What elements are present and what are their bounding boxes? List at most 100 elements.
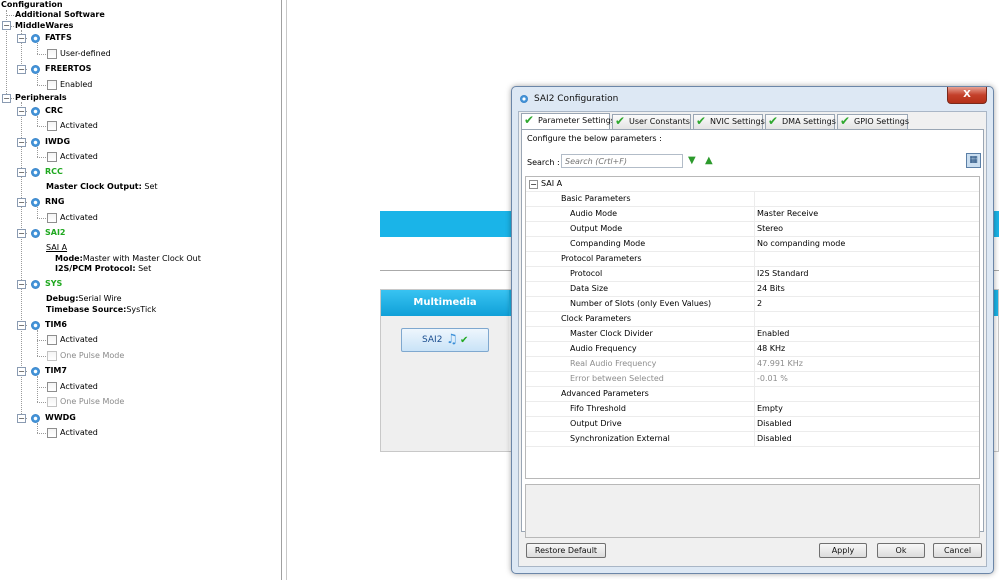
rcc-master-clock-output: Master Clock Output: Set — [46, 181, 158, 193]
tree-item-tim7[interactable]: TIM7 — [45, 365, 67, 377]
param-value[interactable]: Disabled — [757, 417, 792, 431]
freertos-enabled-checkbox[interactable] — [47, 80, 57, 90]
tim6-one-pulse-mode-checkbox[interactable] — [47, 351, 57, 361]
param-name: Advanced Parameters — [561, 389, 649, 398]
collapse-icon[interactable]: − — [17, 321, 26, 330]
multimedia-header: Multimedia — [381, 290, 509, 316]
table-row[interactable]: Companding Mode No companding mode — [526, 237, 979, 252]
param-name: Audio Mode — [570, 209, 618, 218]
table-row[interactable]: Data Size 24 Bits — [526, 282, 979, 297]
param-value[interactable]: Master Receive — [757, 207, 818, 221]
collapse-icon[interactable]: − — [17, 198, 26, 207]
table-row[interactable]: Clock Parameters — [526, 312, 979, 327]
table-row[interactable]: Protocol I2S Standard — [526, 267, 979, 282]
tree-item-tim6[interactable]: TIM6 — [45, 319, 67, 331]
property-value: Master with Master Clock Out — [82, 254, 201, 263]
table-row[interactable]: Number of Slots (only Even Values) 2 — [526, 297, 979, 312]
arrow-up-icon[interactable]: ▲ — [705, 155, 713, 167]
tab-nvic-settings[interactable]: ✔ NVIC Settings — [693, 114, 765, 129]
table-row[interactable]: Audio Frequency 48 KHz — [526, 342, 979, 357]
arrow-down-icon[interactable]: ▼ — [688, 155, 696, 167]
collapse-icon[interactable]: − — [17, 34, 26, 43]
crc-activated-checkbox[interactable] — [47, 121, 57, 131]
property-value: Set — [138, 264, 152, 273]
configuration-tree[interactable]: Configuration Additional Software − Midd… — [0, 0, 282, 580]
collapse-icon[interactable]: − — [17, 168, 26, 177]
param-value[interactable]: Enabled — [757, 327, 789, 341]
param-value[interactable]: 24 Bits — [757, 282, 785, 296]
table-row[interactable]: Output Drive Disabled — [526, 417, 979, 432]
parameter-table: − SAI A Basic Parameters Audio Mode Maste… — [525, 176, 980, 479]
tree-item-peripherals[interactable]: Peripherals — [15, 92, 67, 104]
tree-item-one-pulse-mode: One Pulse Mode — [60, 351, 125, 360]
collapse-icon[interactable]: − — [17, 65, 26, 74]
ok-button[interactable]: Ok — [877, 543, 925, 558]
grid-view-icon[interactable]: ▦ — [966, 153, 981, 168]
tree-item-freertos[interactable]: FREERTOS — [45, 63, 91, 75]
iwdg-activated-checkbox[interactable] — [47, 152, 57, 162]
tim7-activated-checkbox[interactable] — [47, 382, 57, 392]
collapse-icon[interactable]: − — [17, 414, 26, 423]
music-note-icon: ♫ — [446, 332, 458, 347]
dialog-titlebar[interactable]: SAI2 Configuration X — [512, 87, 993, 111]
apply-button[interactable]: Apply — [819, 543, 867, 558]
pane-splitter[interactable] — [286, 0, 287, 580]
restore-default-button[interactable]: Restore Default — [526, 543, 606, 558]
sys-timebase-source: Timebase Source:SysTick — [46, 304, 156, 316]
table-row[interactable]: Audio Mode Master Receive — [526, 207, 979, 222]
collapse-icon[interactable]: − — [2, 94, 11, 103]
collapse-icon[interactable]: − — [17, 229, 26, 238]
param-value[interactable]: Disabled — [757, 432, 792, 446]
tim7-one-pulse-mode-checkbox[interactable] — [47, 397, 57, 407]
sai2-button[interactable]: SAI2 ♫ ✔ — [401, 328, 489, 352]
tree-item-crc[interactable]: CRC — [45, 105, 63, 117]
rng-activated-checkbox[interactable] — [47, 213, 57, 223]
table-row[interactable]: Advanced Parameters — [526, 387, 979, 402]
section-row[interactable]: − SAI A — [526, 177, 979, 192]
param-value[interactable]: 2 — [757, 297, 762, 311]
tab-parameter-settings[interactable]: ✔ Parameter Settings — [521, 113, 615, 130]
param-value[interactable]: Stereo — [757, 222, 783, 236]
table-row[interactable]: Basic Parameters — [526, 192, 979, 207]
collapse-icon[interactable]: − — [17, 367, 26, 376]
sai2-button-label: SAI2 — [422, 335, 443, 345]
tree-item-sai2[interactable]: SAI2 — [45, 227, 66, 239]
tab-gpio-settings[interactable]: ✔ GPIO Settings — [837, 114, 909, 129]
tree-item-rng[interactable]: RNG — [45, 196, 64, 208]
tim6-activated-checkbox[interactable] — [47, 335, 57, 345]
param-value[interactable]: No companding mode — [757, 237, 845, 251]
table-row[interactable]: Synchronization External Disabled — [526, 432, 979, 447]
tab-dma-settings[interactable]: ✔ DMA Settings — [765, 114, 836, 129]
tree-item-sys[interactable]: SYS — [45, 278, 62, 290]
collapse-icon[interactable]: − — [2, 21, 11, 30]
param-name: Basic Parameters — [561, 194, 631, 203]
tree-item-rcc[interactable]: RCC — [45, 166, 63, 178]
tree-item-fatfs[interactable]: FATFS — [45, 32, 72, 44]
tree-item-middlewares[interactable]: MiddleWares — [15, 20, 73, 32]
table-row[interactable]: Protocol Parameters — [526, 252, 979, 267]
gear-icon — [31, 367, 40, 376]
param-value[interactable]: 48 KHz — [757, 342, 785, 356]
property-label: Timebase Source: — [46, 305, 127, 314]
wwdg-activated-checkbox[interactable] — [47, 428, 57, 438]
tree-item-iwdg[interactable]: IWDG — [45, 136, 70, 148]
collapse-icon[interactable]: − — [529, 180, 538, 189]
param-value[interactable]: Empty — [757, 402, 783, 416]
table-row[interactable]: Master Clock Divider Enabled — [526, 327, 979, 342]
collapse-icon[interactable]: − — [17, 107, 26, 116]
search-label: Search : — [527, 158, 560, 167]
property-label: Mode: — [55, 254, 83, 263]
tab-user-constants[interactable]: ✔ User Constants — [612, 114, 691, 129]
tree-item-user-defined: User-defined — [60, 49, 111, 58]
fatfs-user-defined-checkbox[interactable] — [47, 49, 57, 59]
collapse-icon[interactable]: − — [17, 138, 26, 147]
tree-item-wwdg[interactable]: WWDG — [45, 412, 76, 424]
param-value[interactable]: I2S Standard — [757, 267, 808, 281]
table-row[interactable]: Output Mode Stereo — [526, 222, 979, 237]
search-input[interactable] — [561, 154, 683, 168]
gear-icon — [31, 107, 40, 116]
cancel-button[interactable]: Cancel — [933, 543, 982, 558]
close-button[interactable]: X — [947, 87, 987, 104]
collapse-icon[interactable]: − — [17, 280, 26, 289]
table-row[interactable]: Fifo Threshold Empty — [526, 402, 979, 417]
